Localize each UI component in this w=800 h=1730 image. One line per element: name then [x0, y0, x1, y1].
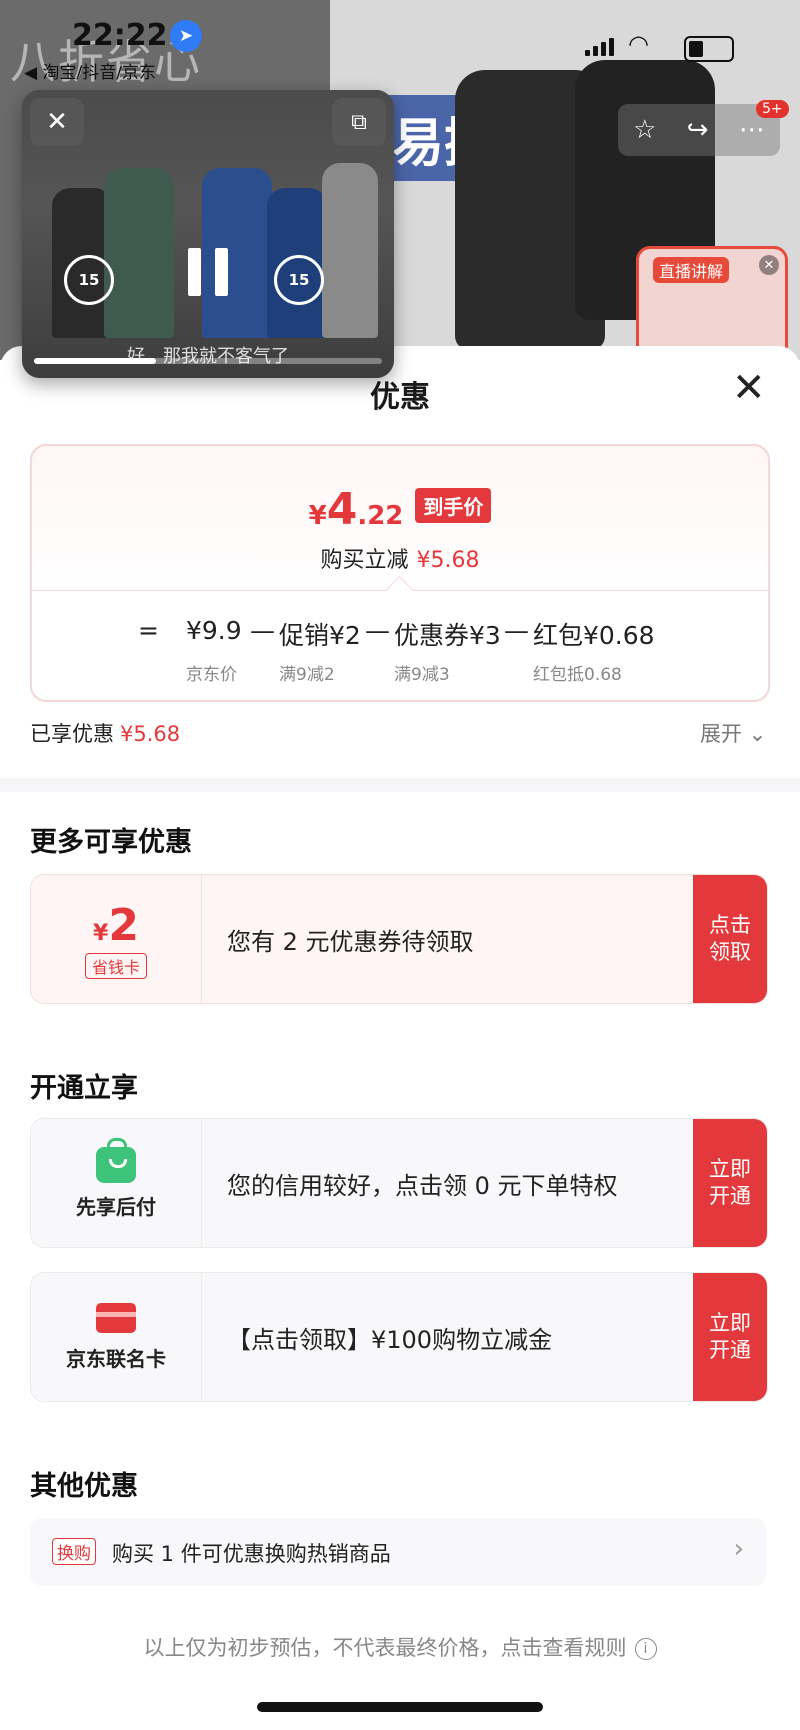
home-indicator[interactable]	[257, 1702, 543, 1712]
chevron-right-icon: ›	[733, 1534, 744, 1564]
coupon-value: 2	[108, 899, 139, 951]
exchange-offer-row[interactable]: 换购 购买 1 件可优惠换购热销商品 ›	[30, 1518, 766, 1586]
signal-icon	[585, 38, 614, 56]
paylater-badge: 先享后付	[31, 1119, 202, 1247]
cobrand-card-offer[interactable]: 京东联名卡 【点击领取】¥100购物立减金 立即 开通	[30, 1272, 768, 1402]
share-icon[interactable]: ↪	[687, 115, 709, 145]
exchange-tag: 换购	[52, 1538, 96, 1565]
expand-button[interactable]: 展开 ⌄	[700, 718, 766, 748]
shopping-bag-icon	[96, 1137, 136, 1183]
activate-card-button[interactable]: 立即 开通	[693, 1273, 767, 1401]
section-separator	[0, 778, 800, 792]
note-jd-price: 京东价	[186, 665, 237, 685]
divider-notch	[386, 576, 413, 603]
formula-coupon: 优惠券¥3	[394, 621, 501, 650]
price-decimal: .22	[357, 501, 404, 531]
enjoyed-discount: 已享优惠 ¥5.68	[30, 718, 180, 748]
note-coupon: 满9减3	[394, 665, 450, 685]
live-stream-window[interactable]: 直播讲解 ✕	[636, 246, 788, 360]
coupon-offer-text: 您有 2 元优惠券待领取	[227, 927, 474, 956]
coupon-offer-card[interactable]: ¥2 省钱卡 您有 2 元优惠券待领取 点击 领取	[30, 874, 768, 1004]
battery-icon	[684, 36, 734, 62]
activate-paylater-button[interactable]: 立即 开通	[693, 1119, 767, 1247]
price-calculation-card: ¥ 4 .22 到手价 购买立减 ¥5.68 = ¥9.9 — 促销¥2 — 优惠…	[30, 444, 770, 702]
activate-card-label: 立即 开通	[709, 1311, 751, 1362]
video-figure	[104, 168, 174, 338]
price-integer: 4	[326, 484, 358, 535]
formula-redpacket: 红包¥0.68	[533, 621, 655, 650]
exchange-offer-text: 购买 1 件可优惠换购热销商品	[112, 1542, 391, 1566]
discount-sheet: 优惠 ✕ ¥ 4 .22 到手价 购买立减 ¥5.68 = ¥9.9 — 促销¥2…	[0, 346, 800, 1730]
video-progress-bar[interactable]	[34, 358, 382, 364]
activate-title: 开通立享	[30, 1073, 138, 1104]
price-symbol: ¥	[308, 501, 327, 531]
more-icon[interactable]: ⋯	[739, 115, 765, 145]
paylater-offer-text: 您的信用较好，点击领 0 元下单特权	[227, 1171, 618, 1200]
formula-promo: 促销¥2	[279, 621, 361, 650]
credit-card-icon	[96, 1302, 136, 1333]
close-icon[interactable]: ✕	[759, 255, 779, 275]
replay-15-icon[interactable]: 15	[64, 255, 114, 305]
formula-minus: —	[504, 616, 529, 645]
wifi-icon: ◠	[628, 30, 649, 58]
restore-window-icon[interactable]: ⧉	[332, 98, 386, 146]
coupon-symbol: ¥	[93, 920, 109, 946]
video-subtitle: 好，那我就不客气了	[127, 346, 289, 367]
navigation-arrow-icon: ➤	[170, 20, 202, 52]
coupon-tag: 省钱卡	[84, 952, 147, 979]
video-progress-fill	[34, 358, 156, 364]
close-icon[interactable]: ✕	[732, 368, 766, 408]
note-redpacket: 红包抵0.68	[533, 665, 622, 685]
more-discounts-title: 更多可享优惠	[30, 827, 192, 858]
live-label: 直播讲解	[653, 257, 730, 283]
coupon-badge: ¥2 省钱卡	[31, 875, 202, 1003]
paylater-label: 先享后付	[76, 1194, 156, 1219]
disclaimer[interactable]: 以上仅为初步预估，不代表最终价格，点击查看规则 i	[0, 1632, 800, 1662]
reduction-row: 购买立减 ¥5.68	[32, 542, 768, 574]
sheet-title: 优惠	[370, 380, 430, 415]
cobrand-card-badge: 京东联名卡	[31, 1273, 202, 1401]
enjoyed-amount: ¥5.68	[120, 722, 181, 746]
note-promo: 满9减2	[279, 665, 335, 685]
paylater-offer-card[interactable]: 先享后付 您的信用较好，点击领 0 元下单特权 立即 开通	[30, 1118, 768, 1248]
coupon-amount: ¥2	[93, 900, 139, 951]
info-icon[interactable]: i	[634, 1638, 657, 1660]
claim-coupon-button[interactable]: 点击 领取	[693, 875, 767, 1003]
other-discounts-title: 其他优惠	[30, 1471, 138, 1502]
message-badge: 5+	[756, 100, 789, 118]
enjoyed-label: 已享优惠	[30, 722, 114, 746]
pip-video-player[interactable]: ✕ ⧉ 15 15 好，那我就不客气了	[22, 90, 394, 378]
cobrand-card-label: 京东联名卡	[66, 1346, 166, 1371]
formula-jd-price: ¥9.9	[186, 616, 242, 645]
formula-minus: —	[250, 616, 275, 645]
formula-minus: —	[365, 616, 390, 645]
forward-15-icon[interactable]: 15	[274, 255, 324, 305]
cobrand-card-text: 【点击领取】¥100购物立减金	[227, 1325, 553, 1354]
status-time: 22:22	[72, 18, 168, 53]
reduction-amount: ¥5.68	[416, 548, 480, 573]
close-icon[interactable]: ✕	[30, 98, 84, 146]
final-price: ¥ 4 .22 到手价	[32, 484, 768, 535]
disclaimer-text: 以上仅为初步预估，不代表最终价格，点击查看规则	[143, 1636, 627, 1660]
star-icon[interactable]: ☆	[633, 115, 656, 145]
activate-paylater-label: 立即 开通	[709, 1157, 751, 1208]
final-price-tag: 到手价	[415, 488, 492, 523]
status-back-label[interactable]: ◀ 淘宝/抖音/京东	[24, 58, 156, 83]
video-figure	[322, 163, 378, 338]
claim-coupon-label: 点击 领取	[709, 913, 751, 964]
reduction-label: 购买立减	[320, 548, 409, 573]
formula-equals: =	[138, 616, 159, 645]
pause-icon[interactable]	[188, 248, 228, 296]
